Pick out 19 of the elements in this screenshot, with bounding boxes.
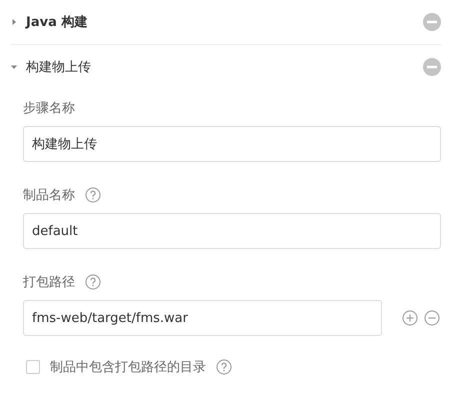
section-title[interactable]: 构建物上传 xyxy=(26,58,415,76)
help-icon[interactable] xyxy=(85,187,101,203)
remove-icon[interactable] xyxy=(423,58,441,76)
field-label: 步骤名称 xyxy=(23,100,75,117)
checkbox[interactable] xyxy=(26,360,40,374)
section-title[interactable]: Java 构建 xyxy=(26,13,415,31)
caret-icon[interactable] xyxy=(10,18,18,26)
field-label: 制品名称 xyxy=(23,187,75,204)
help-icon[interactable] xyxy=(216,359,232,375)
remove-icon[interactable] xyxy=(423,13,441,31)
text-field[interactable]: default xyxy=(23,213,441,249)
caret-icon[interactable] xyxy=(10,63,18,71)
text-field[interactable]: fms-web/target/fms.war xyxy=(23,300,382,336)
add-icon[interactable] xyxy=(402,310,418,326)
checkbox-label[interactable]: 制品中包含打包路径的目录 xyxy=(50,358,206,376)
remove-icon[interactable] xyxy=(424,310,440,326)
field-label: 打包路径 xyxy=(23,274,75,291)
text-field[interactable]: 构建物上传 xyxy=(23,126,441,162)
help-icon[interactable] xyxy=(85,274,101,290)
